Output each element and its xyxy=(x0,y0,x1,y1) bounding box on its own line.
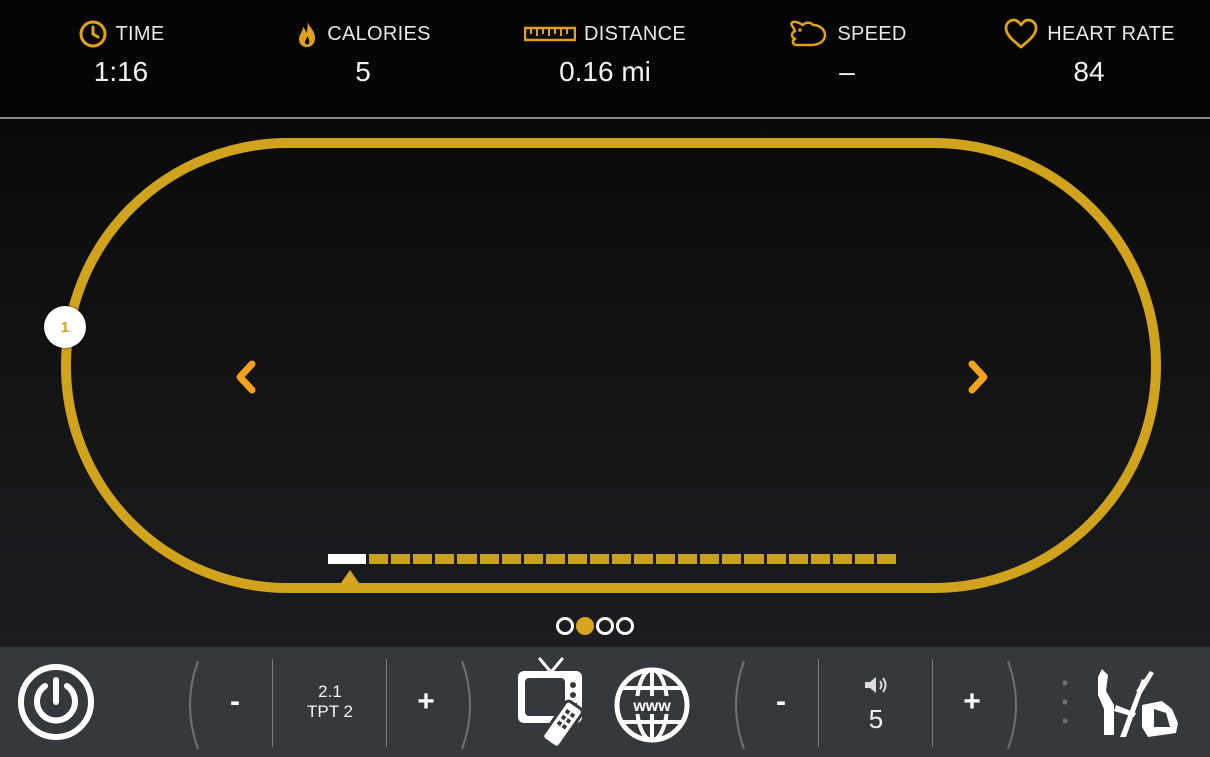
progress-segment xyxy=(545,554,565,564)
power-icon xyxy=(18,664,94,740)
stat-speed: SPEED – xyxy=(726,0,968,117)
program-name: TPT 2 xyxy=(307,702,353,721)
ruler-icon xyxy=(523,26,576,42)
volume-display: 5 xyxy=(820,661,932,747)
progress-segment xyxy=(612,554,632,564)
elliptical-machine-icon xyxy=(1098,669,1178,737)
progress-segment xyxy=(479,554,499,564)
clock-icon xyxy=(78,19,108,49)
progress-segment xyxy=(634,554,654,564)
program-display: 2.1 TPT 2 xyxy=(274,667,386,737)
workout-progress-bar xyxy=(328,552,897,566)
divider xyxy=(272,659,273,747)
progress-segment xyxy=(810,554,830,564)
stat-speed-label: SPEED xyxy=(837,22,907,45)
stat-time: TIME 1:16 xyxy=(0,0,242,117)
stat-time-label: TIME xyxy=(115,22,165,45)
divider xyxy=(818,659,819,747)
www-label: www xyxy=(632,698,671,715)
program-level: 2.1 xyxy=(318,682,342,701)
previous-arrow[interactable] xyxy=(226,357,266,397)
volume-decrease-button[interactable]: - xyxy=(746,667,816,737)
more-dots-icon xyxy=(1062,680,1068,724)
machine-profile-button[interactable] xyxy=(1090,663,1186,743)
divider xyxy=(932,659,933,747)
page-dot-1[interactable] xyxy=(556,617,574,635)
progress-segment xyxy=(501,554,521,564)
stat-time-value: 1:16 xyxy=(93,56,149,87)
flame-icon xyxy=(295,19,319,49)
track-view: 1 xyxy=(0,119,1210,647)
chevron-left-icon xyxy=(236,360,256,394)
page-dot-2[interactable] xyxy=(576,617,594,635)
progress-pointer xyxy=(341,570,359,583)
control-bar: - 2.1 TPT 2 + www - 5 + xyxy=(0,647,1210,757)
stat-heart-rate-value: 84 xyxy=(1073,56,1105,87)
progress-segment xyxy=(832,554,852,564)
progress-segment xyxy=(523,554,543,564)
progress-segment xyxy=(656,554,676,564)
web-browser-button[interactable]: www xyxy=(612,665,692,745)
left-paren-decoration xyxy=(735,660,745,750)
rabbit-icon xyxy=(787,19,829,49)
heart-icon xyxy=(1003,18,1039,50)
program-increase-button[interactable]: + xyxy=(390,667,462,737)
divider xyxy=(386,659,387,747)
progress-segment xyxy=(567,554,587,564)
progress-segment xyxy=(700,554,720,564)
progress-segment xyxy=(722,554,742,564)
progress-segment xyxy=(876,554,897,564)
tv-remote-button[interactable] xyxy=(512,655,598,749)
progress-segment xyxy=(369,554,389,564)
power-button[interactable] xyxy=(14,660,98,744)
speaker-icon xyxy=(865,676,887,693)
lane-marker: 1 xyxy=(44,306,86,348)
chevron-right-icon xyxy=(968,360,988,394)
stat-calories-label: CALORIES xyxy=(327,22,431,45)
progress-segment xyxy=(413,554,433,564)
progress-segment xyxy=(435,554,455,564)
progress-segment xyxy=(391,554,411,564)
stat-distance: DISTANCE 0.16 mi xyxy=(484,0,726,117)
stat-calories-value: 5 xyxy=(355,56,371,87)
program-decrease-button[interactable]: - xyxy=(200,667,270,737)
left-paren-decoration xyxy=(189,660,199,750)
stat-distance-value: 0.16 mi xyxy=(559,56,651,87)
progress-segment xyxy=(678,554,698,564)
page-indicator xyxy=(556,617,634,635)
stat-speed-value: – xyxy=(839,56,855,87)
right-paren-decoration xyxy=(1007,660,1017,750)
progress-segment xyxy=(854,554,874,564)
progress-segment xyxy=(766,554,786,564)
track-oval xyxy=(61,138,1161,593)
volume-level: 5 xyxy=(868,703,884,734)
progress-segment xyxy=(744,554,764,564)
progress-segment xyxy=(457,554,477,564)
page-dot-3[interactable] xyxy=(596,617,614,635)
volume-increase-button[interactable]: + xyxy=(936,667,1008,737)
right-paren-decoration xyxy=(461,660,471,750)
stats-bar: TIME 1:16 CALORIES 5 DISTANCE 0.16 mi SP… xyxy=(0,0,1210,119)
stat-heart-rate-label: HEART RATE xyxy=(1047,22,1175,45)
page-dot-4[interactable] xyxy=(616,617,634,635)
globe-www-icon: www xyxy=(614,667,690,743)
tv-remote-icon xyxy=(518,657,584,749)
progress-segment xyxy=(788,554,808,564)
stat-calories: CALORIES 5 xyxy=(242,0,484,117)
next-arrow[interactable] xyxy=(958,357,998,397)
progress-segment-complete xyxy=(328,554,367,564)
stat-distance-label: DISTANCE xyxy=(583,22,687,45)
progress-segment xyxy=(589,554,610,564)
stat-heart-rate: HEART RATE 84 xyxy=(968,0,1210,117)
